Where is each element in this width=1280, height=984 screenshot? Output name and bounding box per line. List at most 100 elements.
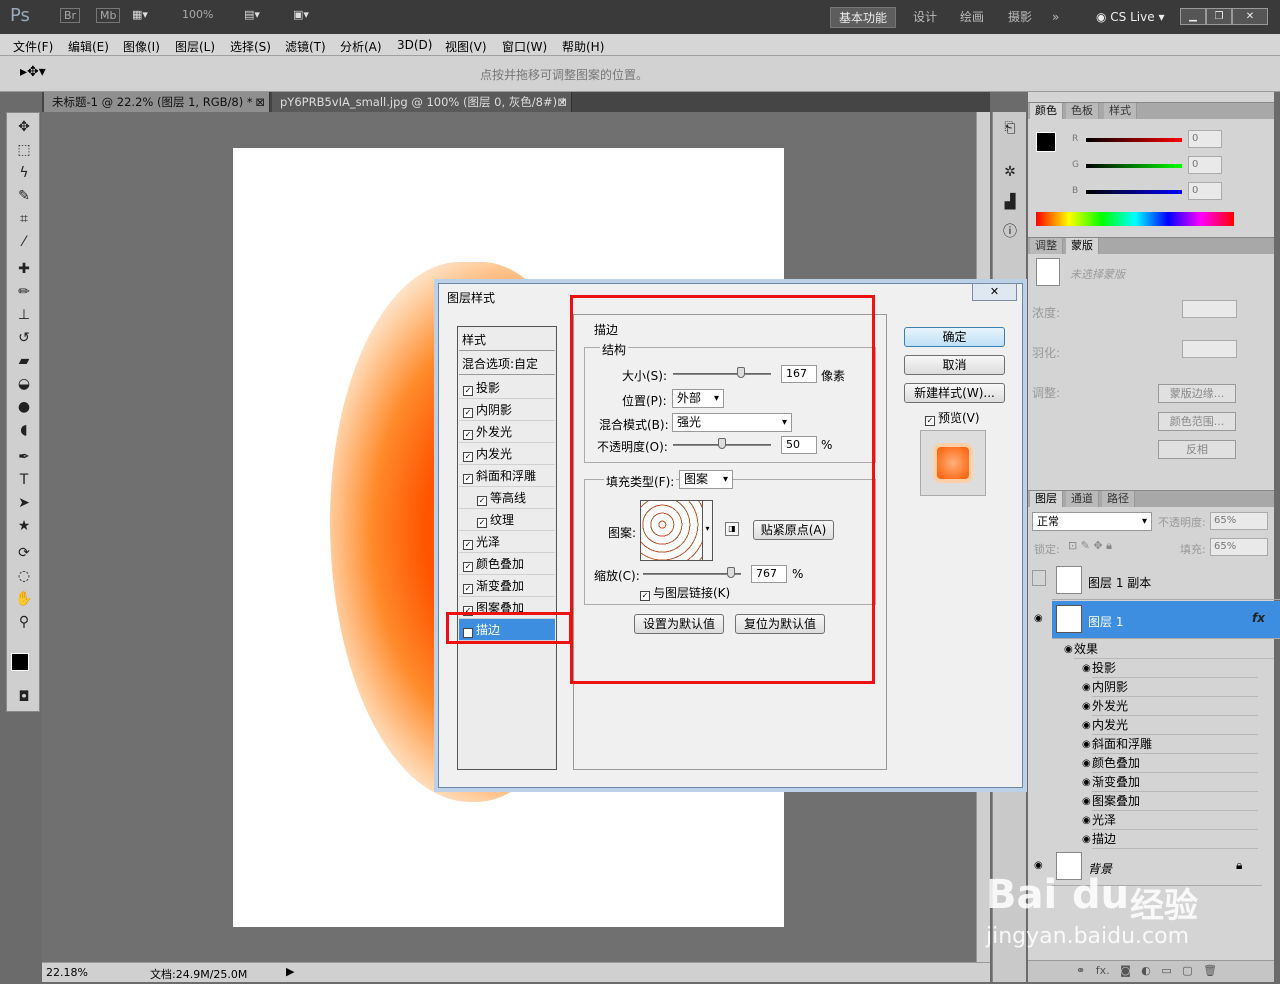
checkbox[interactable]: ✓ <box>477 496 487 506</box>
path-select-icon[interactable]: ➤ <box>11 493 37 513</box>
blend-mode-select[interactable]: 正常 <box>1032 512 1152 531</box>
cs-live-button[interactable]: ◉ CS Live ▾ <box>1088 7 1172 28</box>
style-item[interactable]: ✓ 渐变叠加 <box>459 575 555 597</box>
checkbox[interactable]: ✓ <box>463 386 473 396</box>
pen-tool-icon[interactable]: ✒ <box>11 447 37 467</box>
effect-row[interactable]: ◉ 斜面和浮雕 <box>1082 735 1258 754</box>
style-item[interactable]: ✓ 等高线 <box>459 487 555 509</box>
quick-mask-icon[interactable]: ◘ <box>11 687 37 707</box>
marquee-tool-icon[interactable]: ⬚ <box>11 140 37 160</box>
eraser-tool-icon[interactable]: ▰ <box>11 351 37 371</box>
checkbox[interactable]: ✓ <box>477 518 487 528</box>
style-item[interactable]: ✓ 内发光 <box>459 443 555 465</box>
lock-icons[interactable]: ⊡ ✎ ✥ 🔒︎ <box>1068 539 1112 553</box>
status-menu-icon[interactable]: ▶ <box>286 965 294 978</box>
hand-tool-icon[interactable]: ✋ <box>11 589 37 609</box>
view-extras-icon[interactable]: ▦▾ <box>132 8 148 21</box>
style-item[interactable]: ✓ 颜色叠加 <box>459 553 555 575</box>
tab-swatches[interactable]: 色板 <box>1066 103 1099 119</box>
arrange-documents-icon[interactable]: ▤▾ <box>244 8 260 21</box>
tab-document-1[interactable]: 未标题-1 @ 22.2% (图层 1, RGB/8) * ⊠ <box>44 92 270 112</box>
lasso-tool-icon[interactable]: ϟ <box>11 163 37 183</box>
blue-slider[interactable] <box>1086 190 1182 194</box>
effect-row[interactable]: ◉ 外发光 <box>1082 697 1258 716</box>
menu-analysis[interactable]: 分析(A) <box>340 38 382 55</box>
blue-value[interactable]: 0 <box>1188 182 1222 200</box>
minimize-icon[interactable]: ▁ <box>1180 8 1206 25</box>
invert-button[interactable]: 反相 <box>1158 440 1236 459</box>
tab-masks[interactable]: 蒙版 <box>1066 238 1099 254</box>
eye-icon[interactable]: ◉ <box>1082 735 1091 754</box>
effect-row[interactable]: ◉ 图案叠加 <box>1082 792 1258 811</box>
menu-filter[interactable]: 滤镜(T) <box>285 38 326 55</box>
color-fg-swatch[interactable] <box>1036 132 1056 152</box>
checkbox[interactable]: ✓ <box>463 430 473 440</box>
color-range-button[interactable]: 颜色范围... <box>1158 412 1236 431</box>
close-tab-icon[interactable]: ⊠ <box>557 92 567 112</box>
checkbox[interactable]: ✓ <box>463 540 473 550</box>
tab-paths[interactable]: 路径 <box>1102 491 1135 507</box>
shape-tool-icon[interactable]: ★ <box>11 516 37 536</box>
effect-row[interactable]: ◉ 光泽 <box>1082 811 1258 830</box>
brush-tool-icon[interactable]: ✏ <box>11 282 37 302</box>
dialog-close-icon[interactable]: ✕ <box>972 283 1017 301</box>
eye-icon[interactable]: ◉ <box>1082 811 1091 830</box>
menu-window[interactable]: 窗口(W) <box>502 38 547 55</box>
eye-icon[interactable]: ◉ <box>1082 792 1091 811</box>
layers-footer-icons[interactable]: ⚭ fx. ◙ ◐ ▭ ▢ 🗑︎ <box>1028 960 1274 982</box>
layer-row-selected[interactable]: 图层 1 fx <box>1052 601 1280 639</box>
navigator-panel-icon[interactable]: ✲ <box>997 162 1023 182</box>
paint-bucket-icon[interactable]: ◒ <box>11 374 37 394</box>
crop-tool-icon[interactable]: ⌗ <box>11 209 37 229</box>
eye-icon[interactable]: ◉ <box>1082 659 1091 678</box>
effect-row[interactable]: ◉ 渐变叠加 <box>1082 773 1258 792</box>
effect-row[interactable]: ◉ 描边 <box>1082 830 1258 849</box>
eye-icon[interactable]: ◉ <box>1082 754 1091 773</box>
style-item[interactable]: ✓ 纹理 <box>459 509 555 531</box>
checkbox[interactable]: ✓ <box>925 416 935 426</box>
effect-row[interactable]: ◉ 投影 <box>1082 659 1258 678</box>
style-item[interactable]: ✓ 内阴影 <box>459 399 555 421</box>
blur-tool-icon[interactable]: ● <box>11 397 37 417</box>
effect-row[interactable]: ◉ 内阴影 <box>1082 678 1258 697</box>
fx-icon[interactable]: fx <box>1252 611 1265 625</box>
workspace-photography[interactable]: 摄影 <box>1000 7 1040 28</box>
mask-edge-button[interactable]: 蒙版边缘... <box>1158 384 1236 403</box>
eye-icon[interactable]: ◉ <box>1082 697 1091 716</box>
history-brush-icon[interactable]: ↺ <box>11 328 37 348</box>
screen-mode-icon[interactable]: ▣▾ <box>293 8 309 21</box>
menu-3d[interactable]: 3D(D) <box>397 38 432 52</box>
eye-icon[interactable]: ◉ <box>1082 773 1091 792</box>
menu-image[interactable]: 图像(I) <box>123 38 160 55</box>
3d-rotate-icon[interactable]: ⟳ <box>11 543 37 563</box>
eye-icon[interactable]: ◉ <box>1082 678 1091 697</box>
layer-opacity-input[interactable]: 65% <box>1210 512 1268 530</box>
styles-header[interactable]: 样式 <box>459 329 555 351</box>
menu-view[interactable]: 视图(V) <box>445 38 487 55</box>
color-spectrum-ramp[interactable] <box>1036 212 1234 226</box>
menu-layer[interactable]: 图层(L) <box>175 38 215 55</box>
zoom-tool-icon[interactable]: ⚲ <box>11 612 37 632</box>
checkbox[interactable]: ✓ <box>463 408 473 418</box>
checkbox[interactable]: ✓ <box>463 562 473 572</box>
menu-file[interactable]: 文件(F) <box>13 38 53 55</box>
zoom-readout[interactable]: 22.18% <box>46 966 88 979</box>
red-slider[interactable] <box>1086 138 1182 142</box>
tab-color[interactable]: 颜色 <box>1030 103 1063 119</box>
checkbox[interactable]: ✓ <box>463 584 473 594</box>
zoom-level-select[interactable]: 100% <box>182 8 213 21</box>
tab-document-2[interactable]: pY6PRB5vIA_small.jpg @ 100% (图层 0, 灰色/8#… <box>272 92 572 112</box>
info-panel-icon[interactable]: ⓘ <box>997 222 1023 242</box>
blending-options[interactable]: 混合选项:自定 <box>459 353 555 375</box>
style-item[interactable]: ✓ 外发光 <box>459 421 555 443</box>
foreground-color-swatch[interactable] <box>11 653 29 671</box>
effects-row[interactable]: ◉ 效果 <box>1064 640 1274 659</box>
ok-button[interactable]: 确定 <box>904 327 1005 347</box>
healing-brush-icon[interactable]: ✚ <box>11 259 37 279</box>
tab-channels[interactable]: 通道 <box>1066 491 1099 507</box>
checkbox[interactable]: ✓ <box>463 474 473 484</box>
eye-icon[interactable]: ◉ <box>1082 716 1091 735</box>
type-tool-icon[interactable]: T <box>11 470 37 490</box>
green-value[interactable]: 0 <box>1188 156 1222 174</box>
menu-edit[interactable]: 编辑(E) <box>68 38 109 55</box>
